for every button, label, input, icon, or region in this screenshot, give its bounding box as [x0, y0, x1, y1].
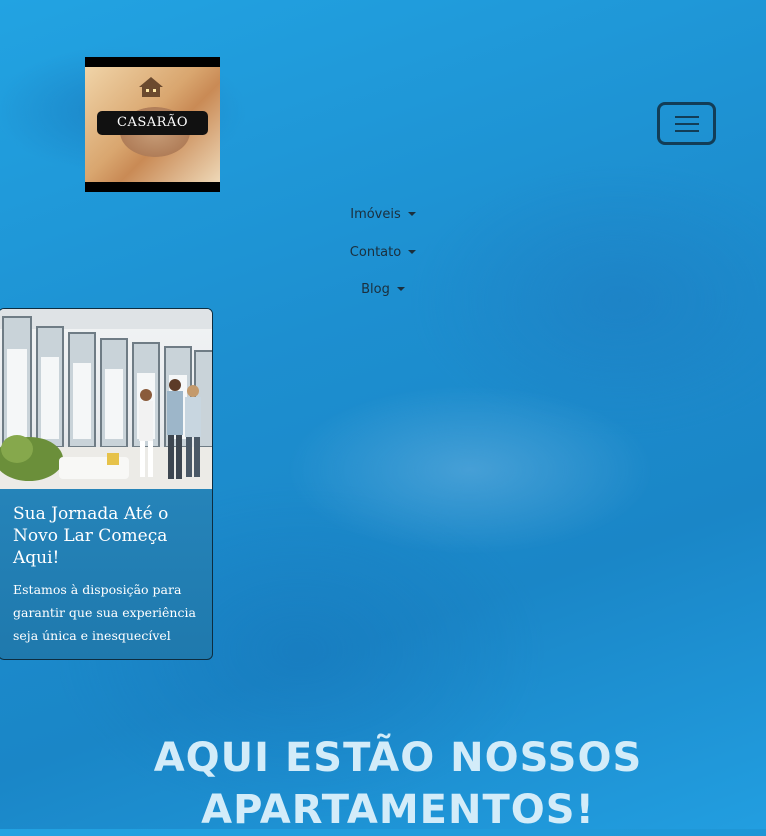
promo-card: Sua Jornada Até o Novo Lar Começa Aqui! …	[0, 308, 213, 660]
logo-photo: CASARÃO	[85, 67, 220, 182]
caret-down-icon	[407, 212, 416, 216]
hamburger-icon	[674, 115, 699, 132]
house-icon	[139, 77, 163, 97]
nav-item-blog[interactable]: Blog	[0, 272, 766, 310]
caret-down-icon	[408, 249, 417, 254]
nav-item-imoveis[interactable]: Imóveis	[0, 197, 766, 235]
section-headline: AQUI ESTÃO NOSSOS APARTAMENTOS!	[153, 735, 643, 833]
logo-text: CASARÃO	[97, 111, 208, 135]
living-room-illustration	[0, 309, 212, 489]
nav-item-contato[interactable]: Contato	[0, 235, 766, 273]
card-title: Sua Jornada Até o Novo Lar Começa Aqui!	[13, 504, 169, 568]
nav-item-label: Contato	[349, 244, 402, 260]
card-image	[0, 309, 212, 489]
nav-item-label: Imóveis	[350, 207, 401, 222]
card-text: Estamos à disposição para garantir que s…	[13, 582, 196, 643]
navbar-toggler-button[interactable]	[657, 102, 716, 145]
brand-logo[interactable]: CASARÃO	[85, 57, 220, 192]
caret-down-icon	[396, 287, 405, 291]
nav-item-label: Blog	[361, 282, 390, 297]
main-nav: Imóveis Contato Blog	[0, 197, 766, 310]
